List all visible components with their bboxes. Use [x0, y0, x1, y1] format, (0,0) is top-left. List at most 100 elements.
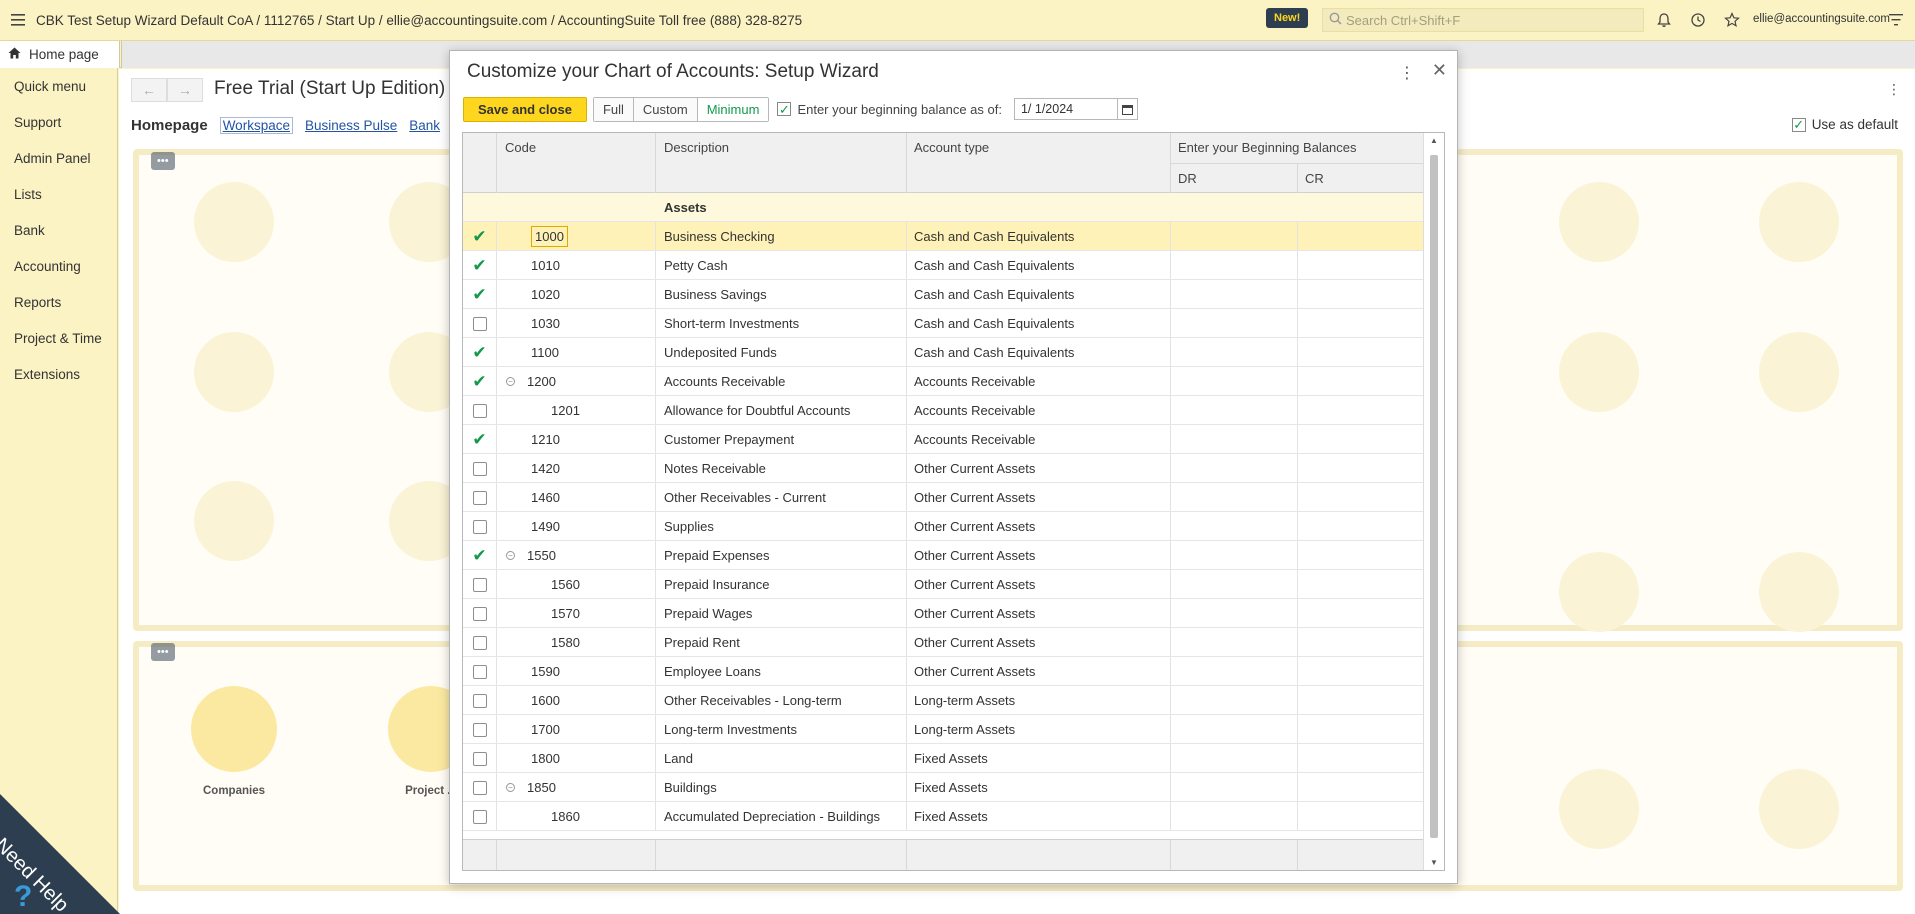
- sidebar-item-admin-panel[interactable]: Admin Panel: [0, 140, 117, 176]
- account-row[interactable]: ✔ 1210 Customer Prepayment Accounts Receiva…: [463, 425, 1423, 454]
- account-checkbox[interactable]: [463, 512, 496, 541]
- account-type[interactable]: Other Current Assets: [914, 483, 1174, 512]
- scroll-down-icon[interactable]: ▼: [1430, 858, 1438, 867]
- col-header-code[interactable]: Code: [505, 140, 536, 155]
- user-email[interactable]: ellie@accountingsuite.com: [1753, 13, 1890, 25]
- account-description[interactable]: Undeposited Funds: [664, 338, 904, 367]
- begin-balance-checkbox[interactable]: ✓: [777, 102, 792, 116]
- begin-balance-toggle[interactable]: ✓ Enter your beginning balance as of:: [777, 102, 1002, 117]
- account-row[interactable]: 1490 Supplies Other Current Assets: [463, 512, 1423, 541]
- account-code-cell[interactable]: 1800: [497, 744, 655, 773]
- account-row[interactable]: 1590 Employee Loans Other Current Assets: [463, 657, 1423, 686]
- account-checkbox[interactable]: [463, 715, 496, 744]
- search-input[interactable]: Search Ctrl+Shift+F: [1322, 8, 1644, 32]
- dr-balance-cell[interactable]: [1171, 338, 1297, 367]
- mode-full-button[interactable]: Full: [593, 97, 634, 121]
- col-header-dr[interactable]: DR: [1178, 171, 1197, 186]
- grid-scrollbar[interactable]: ▲ ▼: [1423, 133, 1444, 870]
- account-description[interactable]: Prepaid Insurance: [664, 570, 904, 599]
- account-code-cell[interactable]: 1100: [497, 338, 655, 367]
- account-row[interactable]: 1460 Other Receivables - Current Other Cur…: [463, 483, 1423, 512]
- account-code-cell[interactable]: 1201: [497, 396, 655, 425]
- account-row[interactable]: − 1850 Buildings Fixed Assets: [463, 773, 1423, 802]
- account-type[interactable]: Cash and Cash Equivalents: [914, 309, 1174, 338]
- sidebar-item-extensions[interactable]: Extensions: [0, 356, 117, 392]
- cr-balance-cell[interactable]: [1298, 367, 1423, 396]
- account-type[interactable]: Other Current Assets: [914, 454, 1174, 483]
- account-code-cell[interactable]: 1700: [497, 715, 655, 744]
- dialog-more-icon[interactable]: ⋮: [1399, 63, 1415, 83]
- account-type[interactable]: Cash and Cash Equivalents: [914, 251, 1174, 280]
- account-code-cell[interactable]: − 1200: [497, 367, 655, 396]
- dr-balance-cell[interactable]: [1171, 541, 1297, 570]
- account-checkbox[interactable]: [463, 570, 496, 599]
- account-description[interactable]: Prepaid Wages: [664, 599, 904, 628]
- account-type[interactable]: Long-term Assets: [914, 715, 1174, 744]
- cr-balance-cell[interactable]: [1298, 686, 1423, 715]
- account-type[interactable]: Other Current Assets: [914, 570, 1174, 599]
- account-description[interactable]: Long-term Investments: [664, 715, 904, 744]
- dr-balance-cell[interactable]: [1171, 599, 1297, 628]
- cr-balance-cell[interactable]: [1298, 222, 1423, 251]
- dr-balance-cell[interactable]: [1171, 715, 1297, 744]
- account-description[interactable]: Petty Cash: [664, 251, 904, 280]
- account-type[interactable]: Fixed Assets: [914, 802, 1174, 831]
- sidebar-item-support[interactable]: Support: [0, 104, 117, 140]
- account-checkbox[interactable]: ✔: [463, 367, 496, 396]
- account-checkbox[interactable]: [463, 454, 496, 483]
- dr-balance-cell[interactable]: [1171, 483, 1297, 512]
- link-business-pulse[interactable]: Business Pulse: [305, 118, 397, 133]
- account-description[interactable]: Business Savings: [664, 280, 904, 309]
- dr-balance-cell[interactable]: [1171, 454, 1297, 483]
- account-checkbox[interactable]: [463, 744, 496, 773]
- account-type[interactable]: Accounts Receivable: [914, 396, 1174, 425]
- account-code-cell[interactable]: 1010: [497, 251, 655, 280]
- use-as-default[interactable]: ✓ Use as default: [1791, 117, 1898, 132]
- account-description[interactable]: Other Receivables - Current: [664, 483, 904, 512]
- account-code-cell[interactable]: 1490: [497, 512, 655, 541]
- dr-balance-cell[interactable]: [1171, 309, 1297, 338]
- cr-balance-cell[interactable]: [1298, 280, 1423, 309]
- account-description[interactable]: Accounts Receivable: [664, 367, 904, 396]
- sidebar-item-accounting[interactable]: Accounting: [0, 248, 117, 284]
- star-icon[interactable]: [1722, 10, 1742, 30]
- account-type[interactable]: Other Current Assets: [914, 512, 1174, 541]
- account-description[interactable]: Other Receivables - Long-term: [664, 686, 904, 715]
- account-row[interactable]: ✔ − 1200 Accounts Receivable Accounts Receiv…: [463, 367, 1423, 396]
- account-code-cell[interactable]: 1580: [497, 628, 655, 657]
- scroll-thumb[interactable]: [1430, 155, 1438, 838]
- col-header-description[interactable]: Description: [664, 140, 729, 155]
- dr-balance-cell[interactable]: [1171, 773, 1297, 802]
- account-type[interactable]: Accounts Receivable: [914, 367, 1174, 396]
- use-default-checkbox[interactable]: ✓: [1791, 117, 1806, 132]
- account-row[interactable]: 1570 Prepaid Wages Other Current Assets: [463, 599, 1423, 628]
- new-badge[interactable]: New!: [1266, 8, 1309, 28]
- account-code-cell[interactable]: 1600: [497, 686, 655, 715]
- collapse-icon[interactable]: −: [506, 783, 515, 792]
- account-description[interactable]: Allowance for Doubtful Accounts: [664, 396, 904, 425]
- account-code-cell[interactable]: 1560: [497, 570, 655, 599]
- mode-custom-button[interactable]: Custom: [633, 97, 698, 121]
- dr-balance-cell[interactable]: [1171, 512, 1297, 541]
- account-checkbox[interactable]: [463, 483, 496, 512]
- account-checkbox[interactable]: ✔: [463, 425, 496, 454]
- account-row[interactable]: 1800 Land Fixed Assets: [463, 744, 1423, 773]
- account-code-cell[interactable]: 1460: [497, 483, 655, 512]
- account-type[interactable]: Fixed Assets: [914, 744, 1174, 773]
- account-code-cell[interactable]: 1000: [497, 222, 655, 251]
- account-code-cell[interactable]: 1420: [497, 454, 655, 483]
- cr-balance-cell[interactable]: [1298, 773, 1423, 802]
- cr-balance-cell[interactable]: [1298, 309, 1423, 338]
- save-and-close-button[interactable]: Save and close: [463, 96, 587, 122]
- account-description[interactable]: Land: [664, 744, 904, 773]
- account-type[interactable]: Cash and Cash Equivalents: [914, 338, 1174, 367]
- dr-balance-cell[interactable]: [1171, 367, 1297, 396]
- account-type[interactable]: Cash and Cash Equivalents: [914, 222, 1174, 251]
- sidebar-item-lists[interactable]: Lists: [0, 176, 117, 212]
- account-row[interactable]: 1700 Long-term Investments Long-term Asset…: [463, 715, 1423, 744]
- begin-date-field[interactable]: 1/ 1/2024: [1013, 98, 1138, 120]
- account-description[interactable]: Prepaid Expenses: [664, 541, 904, 570]
- scroll-up-icon[interactable]: ▲: [1430, 136, 1438, 145]
- account-checkbox[interactable]: ✔: [463, 251, 496, 280]
- forward-arrow-icon[interactable]: →: [167, 78, 203, 102]
